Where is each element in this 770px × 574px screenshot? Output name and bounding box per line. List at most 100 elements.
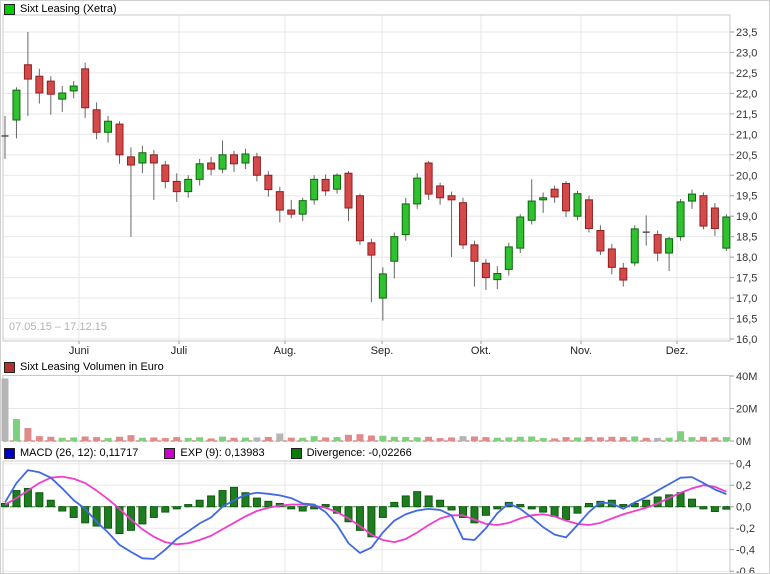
chart-title: Sixt Leasing (Xetra) — [20, 3, 117, 15]
divergence-bar — [299, 507, 306, 511]
month-label: Aug. — [274, 345, 297, 357]
candle-body — [334, 175, 341, 189]
divergence-bar — [47, 500, 54, 506]
candle-body — [208, 163, 215, 169]
candle-body — [551, 189, 558, 197]
axis-tick-label: 0,2 — [736, 480, 751, 492]
month-label: Dez. — [666, 345, 689, 357]
candle-body — [608, 249, 615, 267]
axis-tick-label: 22,5 — [736, 68, 757, 80]
volume-bar — [139, 438, 146, 441]
volume-bar — [276, 434, 283, 441]
macd-line-layer — [5, 470, 726, 559]
volume-bar — [666, 438, 673, 441]
candle-body — [70, 86, 77, 91]
macd-line — [5, 470, 726, 559]
axis-tick-label: 19,0 — [736, 211, 757, 223]
volume-bar — [265, 437, 272, 441]
candle-body — [460, 203, 467, 245]
volume-bar — [311, 436, 318, 441]
divergence-bar — [620, 505, 627, 507]
candle-body — [585, 200, 592, 229]
axis-tick-label: 17,0 — [736, 293, 757, 305]
divergence-bar — [494, 507, 501, 509]
volume-bar — [482, 437, 489, 441]
candle-body — [402, 204, 409, 235]
candle-body — [540, 198, 547, 200]
candle-body — [36, 76, 43, 93]
axis-tick-label: 0,4 — [736, 459, 751, 471]
volume-bar — [150, 437, 157, 441]
divergence-bar — [723, 507, 730, 509]
divergence-bar — [448, 507, 455, 510]
divergence-bar — [517, 505, 524, 507]
axis-tick-label: 0M — [736, 436, 751, 448]
candle-body — [448, 196, 455, 200]
candle-body — [127, 157, 134, 165]
axis-tick-label: 18,0 — [736, 252, 757, 264]
candle-body — [414, 178, 421, 204]
candle-body — [689, 194, 696, 201]
divergence-bar — [36, 493, 43, 507]
candle-body — [265, 175, 272, 189]
divergence-bar — [563, 507, 570, 520]
volume-bar — [505, 437, 512, 441]
volume-bar — [196, 437, 203, 441]
divergence-bar — [711, 507, 718, 512]
candle-body — [116, 124, 123, 155]
volume-bar — [563, 437, 570, 441]
volume-bar — [368, 435, 375, 441]
volume-bar — [460, 436, 467, 441]
candle-body — [482, 263, 489, 277]
gridlines-layer — [3, 15, 730, 574]
signal-line-layer — [5, 477, 726, 545]
macd-line-swatch — [4, 448, 15, 459]
volume-bar — [677, 431, 684, 441]
candle-body — [196, 164, 203, 180]
candle-body — [299, 201, 306, 215]
volume-bar — [173, 437, 180, 441]
axis-tick-label: 18,5 — [736, 232, 757, 244]
axis-tick-label: 16,0 — [736, 334, 757, 346]
divergence-label: Divergence: -0,02266 — [307, 447, 412, 459]
candle-body — [700, 196, 707, 226]
candle-body — [368, 243, 375, 255]
axis-tick-label: 23,5 — [736, 27, 757, 39]
volume-bar — [127, 435, 134, 441]
candle-body — [631, 229, 638, 263]
volume-bar — [517, 437, 524, 441]
volume-bar — [723, 437, 730, 441]
volume-bar — [242, 438, 249, 441]
divergence-bar — [540, 507, 547, 512]
candle-body — [517, 217, 524, 248]
volume-bar — [116, 437, 123, 441]
candle-body — [345, 173, 352, 208]
divergence-bar — [59, 507, 66, 511]
chart-title-legend: Sixt Leasing (Xetra) — [4, 3, 117, 15]
axis-tick-label: 16,5 — [736, 314, 757, 326]
volume-bar — [93, 437, 100, 441]
candle-body — [505, 247, 512, 270]
volume-bar — [391, 437, 398, 441]
axis-tick-label: 23,0 — [736, 47, 757, 59]
candle-body — [150, 155, 157, 163]
divergence-bar — [437, 500, 444, 506]
volume-bar — [654, 438, 661, 441]
axis-tick-label: 22,0 — [736, 88, 757, 100]
volume-bar — [414, 437, 421, 441]
volume-bar — [471, 436, 478, 441]
volume-bar — [82, 436, 89, 441]
volume-bar — [700, 437, 707, 441]
candle-body — [59, 93, 66, 99]
candle-body — [563, 183, 570, 210]
date-range-label: 07.05.15 – 17.12.15 — [9, 321, 107, 333]
divergence-bar — [162, 507, 169, 512]
candle-body — [654, 235, 661, 253]
candle-body — [677, 202, 684, 237]
volume-bar — [70, 437, 77, 441]
candle-body — [139, 153, 146, 163]
axis-tick-label: 19,5 — [736, 191, 757, 203]
axis-tick-label: 17,5 — [736, 273, 757, 285]
divergence-bar — [70, 507, 77, 518]
chart-canvas: 23,523,022,522,021,521,020,520,019,519,0… — [1, 1, 770, 574]
